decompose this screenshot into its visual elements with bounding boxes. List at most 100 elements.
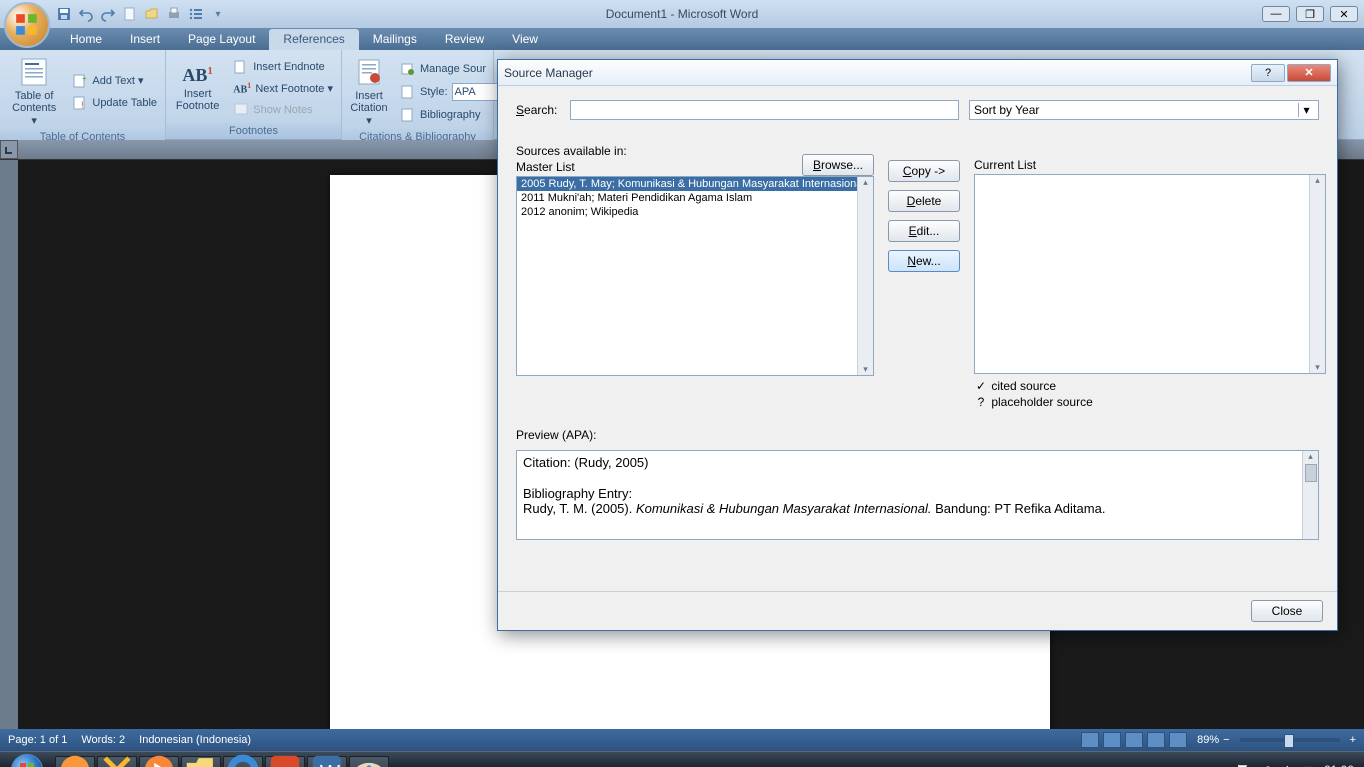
tab-home[interactable]: Home xyxy=(56,29,116,50)
close-window-button[interactable]: ✕ xyxy=(1330,6,1358,22)
footnote-ab-icon: AB1 xyxy=(182,65,213,86)
view-outline-button[interactable] xyxy=(1147,732,1165,748)
tab-view[interactable]: View xyxy=(498,29,552,50)
source-manager-dialog: Source Manager ? ✕ Search: Sort by Year▾… xyxy=(497,59,1338,631)
taskbar-app-2[interactable] xyxy=(97,756,137,767)
tab-page-layout[interactable]: Page Layout xyxy=(174,29,269,50)
volume-icon[interactable] xyxy=(1280,763,1294,767)
bibliography-entry-text: Rudy, T. M. (2005). Komunikasi & Hubunga… xyxy=(523,501,1312,516)
dialog-close-x-button[interactable]: ✕ xyxy=(1287,64,1331,82)
update-table-button[interactable]: !Update Table xyxy=(68,93,161,113)
restore-button[interactable]: ❐ xyxy=(1296,6,1324,22)
update-table-icon: ! xyxy=(72,95,88,111)
browse-button[interactable]: Browse... xyxy=(802,154,874,176)
manage-sources-icon xyxy=(400,61,416,77)
sort-select[interactable]: Sort by Year▾ xyxy=(969,100,1319,120)
master-list-box[interactable]: 2005 Rudy, T. May; Komunikasi & Hubungan… xyxy=(516,176,874,376)
taskbar: W ▴ 21:00 xyxy=(0,751,1364,767)
minimize-button[interactable]: — xyxy=(1262,6,1290,22)
print-icon[interactable] xyxy=(166,6,182,22)
system-tray: ▴ 21:00 xyxy=(1212,763,1364,767)
tab-mailings[interactable]: Mailings xyxy=(359,29,431,50)
taskbar-app-3[interactable] xyxy=(139,756,179,767)
insert-citation-button[interactable]: Insert Citation ▾ xyxy=(346,54,392,129)
tray-clock[interactable]: 21:00 xyxy=(1324,763,1354,767)
flag-icon[interactable] xyxy=(1236,763,1250,767)
status-language[interactable]: Indonesian (Indonesia) xyxy=(139,734,251,746)
close-button[interactable]: Close xyxy=(1251,600,1323,622)
citation-line: Citation: (Rudy, 2005) xyxy=(523,455,1312,470)
paint-icon xyxy=(350,751,388,767)
tab-references[interactable]: References xyxy=(269,29,358,50)
zoom-level[interactable]: 89% xyxy=(1197,734,1219,746)
vertical-ruler[interactable] xyxy=(0,160,18,729)
insert-footnote-button[interactable]: AB1 Insert Footnote xyxy=(170,54,225,123)
dialog-help-button[interactable]: ? xyxy=(1251,64,1285,82)
view-draft-button[interactable] xyxy=(1169,732,1187,748)
qat-customize-icon[interactable]: ▾ xyxy=(210,6,226,22)
view-web-layout-button[interactable] xyxy=(1125,732,1143,748)
current-list-label: Current List xyxy=(974,158,1326,172)
bibliography-entry-label: Bibliography Entry: xyxy=(523,486,1312,501)
start-button[interactable] xyxy=(0,752,54,767)
search-label: Search: xyxy=(516,103,560,117)
zoom-out-button[interactable]: − xyxy=(1223,734,1229,746)
taskbar-ie[interactable] xyxy=(223,756,263,767)
next-footnote-button[interactable]: AB1Next Footnote ▾ xyxy=(229,79,337,97)
edit-button[interactable]: Edit... xyxy=(888,220,960,242)
undo-icon[interactable] xyxy=(78,6,94,22)
list-item[interactable]: 2011 Mukni'ah; Materi Pendidikan Agama I… xyxy=(517,191,873,205)
redo-icon[interactable] xyxy=(100,6,116,22)
status-page[interactable]: Page: 1 of 1 xyxy=(8,734,67,746)
ribbon-tabs: Home Insert Page Layout References Maili… xyxy=(0,28,1364,50)
office-button[interactable] xyxy=(4,2,50,48)
bibliography-icon xyxy=(400,107,416,123)
titlebar: ▾ Document1 - Microsoft Word — ❐ ✕ xyxy=(0,0,1364,28)
copy-button[interactable]: Copy -> xyxy=(888,160,960,182)
list-item[interactable]: 2005 Rudy, T. May; Komunikasi & Hubungan… xyxy=(517,177,873,191)
tab-insert[interactable]: Insert xyxy=(116,29,174,50)
delete-button[interactable]: Delete xyxy=(888,190,960,212)
view-print-layout-button[interactable] xyxy=(1081,732,1099,748)
office-logo-icon xyxy=(14,12,40,38)
open-icon[interactable] xyxy=(144,6,160,22)
view-full-screen-button[interactable] xyxy=(1103,732,1121,748)
dialog-titlebar[interactable]: Source Manager ? ✕ xyxy=(498,60,1337,86)
search-input[interactable] xyxy=(570,100,959,120)
new-icon[interactable] xyxy=(122,6,138,22)
current-list-box[interactable]: ▴▾ xyxy=(974,174,1326,374)
taskbar-explorer[interactable] xyxy=(181,756,221,767)
zoom-in-button[interactable]: + xyxy=(1350,734,1356,746)
taskbar-word[interactable]: W xyxy=(307,756,347,767)
scrollbar[interactable]: ▴▾ xyxy=(1309,175,1325,373)
tab-review[interactable]: Review xyxy=(431,29,498,50)
battery-icon[interactable] xyxy=(1302,763,1316,767)
quick-access-toolbar: ▾ xyxy=(56,0,226,28)
taskbar-paint[interactable] xyxy=(349,756,389,767)
network-icon[interactable] xyxy=(1258,763,1272,767)
group-label-footnotes: Footnotes xyxy=(166,123,341,139)
preview-box: Citation: (Rudy, 2005) Bibliography Entr… xyxy=(516,450,1319,540)
group-footnotes: AB1 Insert Footnote Insert Endnote AB1Ne… xyxy=(166,50,342,139)
status-words[interactable]: Words: 2 xyxy=(81,734,125,746)
taskbar-powerpoint[interactable] xyxy=(265,756,305,767)
zoom-slider[interactable] xyxy=(1240,738,1340,742)
group-toc: Table of Contents ▾ +Add Text ▾ !Update … xyxy=(0,50,166,139)
tab-selector[interactable] xyxy=(0,140,18,159)
show-notes-button[interactable]: Show Notes xyxy=(229,100,337,120)
list-item[interactable]: 2012 anonim; Wikipedia xyxy=(517,205,873,219)
style-icon xyxy=(400,84,416,100)
insert-endnote-button[interactable]: Insert Endnote xyxy=(229,57,337,77)
svg-text:+: + xyxy=(82,74,87,83)
new-button[interactable]: New... xyxy=(888,250,960,272)
scrollbar[interactable]: ▴▾ xyxy=(857,177,873,375)
window-buttons: — ❐ ✕ xyxy=(1262,6,1358,22)
table-of-contents-button[interactable]: Table of Contents ▾ xyxy=(4,54,64,129)
taskbar-app-1[interactable] xyxy=(55,756,95,767)
tray-show-hidden-icon[interactable]: ▴ xyxy=(1222,763,1228,767)
bullets-icon[interactable] xyxy=(188,6,204,22)
scrollbar[interactable]: ▴ xyxy=(1302,451,1318,539)
status-bar: Page: 1 of 1 Words: 2 Indonesian (Indone… xyxy=(0,729,1364,751)
add-text-button[interactable]: +Add Text ▾ xyxy=(68,71,161,91)
save-icon[interactable] xyxy=(56,6,72,22)
